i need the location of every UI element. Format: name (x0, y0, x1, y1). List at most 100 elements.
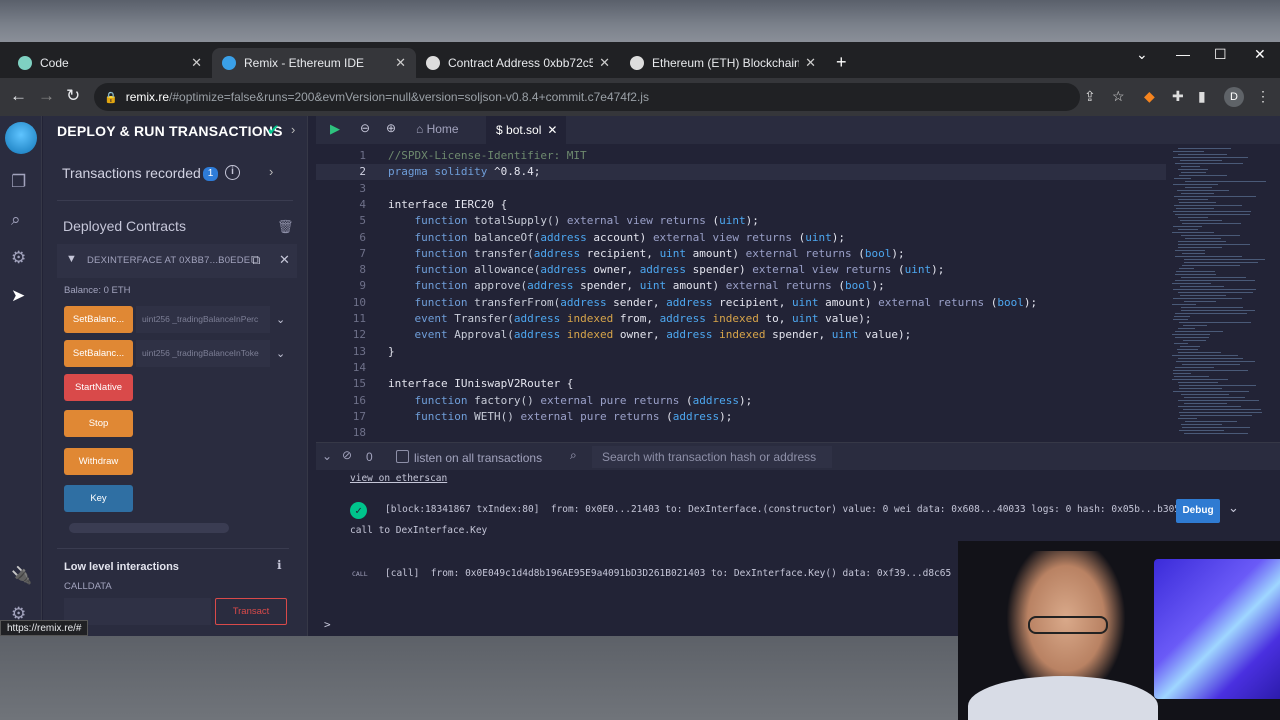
function-button[interactable]: Stop (64, 410, 133, 437)
chevron-down-icon[interactable]: ⌄ (276, 313, 285, 326)
metamask-icon[interactable]: ◆ (1144, 88, 1155, 105)
function-param-input[interactable]: uint256 _tradingBalanceInPerc (136, 306, 270, 333)
code-token: function (414, 263, 468, 277)
code-line: 11 event Transfer(address indexed from, … (316, 311, 1166, 327)
minimap-line (1182, 223, 1241, 224)
function-button[interactable]: Withdraw (64, 448, 133, 475)
run-play-icon[interactable]: ▶ (330, 121, 340, 137)
reload-icon[interactable]: ↻ (66, 86, 80, 106)
remix-logo-icon[interactable] (5, 122, 37, 154)
transact-button[interactable]: Transact (215, 598, 287, 625)
info-icon[interactable]: i (225, 165, 240, 180)
collapse-terminal-icon[interactable]: ⌄ (322, 449, 332, 463)
contract-instance-row[interactable]: ▼ DEXINTERFACE AT 0XBB7...B0EDE ⧉ ✕ (57, 244, 297, 278)
minimap-line (1175, 274, 1216, 275)
code-token: spender, (765, 328, 832, 342)
function-button[interactable]: SetBalanc... (64, 340, 133, 367)
chevron-down-icon[interactable]: ⌄ (276, 347, 285, 360)
code-token: ( (792, 230, 806, 244)
lock-icon: 🔒 (104, 91, 118, 104)
chevron-right-icon[interactable]: › (291, 122, 295, 137)
maximize-icon[interactable]: ☐ (1214, 46, 1227, 63)
copy-icon[interactable]: ⧉ (251, 252, 260, 268)
bookmark-star-icon[interactable]: ☆ (1112, 88, 1125, 105)
chevron-down-icon[interactable]: ▼ (66, 253, 77, 265)
code-token: ( (851, 246, 865, 260)
profile-avatar[interactable]: D (1224, 87, 1244, 107)
function-button[interactable]: Key (64, 485, 133, 512)
etherscan-favicon-icon (426, 56, 440, 70)
code-token: address (540, 230, 587, 244)
address-bar[interactable]: 🔒 remix.re/#optimize=false&runs=200&evmV… (94, 83, 1080, 111)
tab-code[interactable]: Code ✕ (8, 48, 212, 78)
divider (57, 200, 293, 201)
view-on-etherscan-link[interactable]: view on etherscan (350, 473, 447, 484)
tx-summary[interactable]: [block:18341867 txIndex:80] from: 0x0E0.… (385, 504, 1186, 515)
code-token: ( (705, 214, 720, 228)
tab-remix[interactable]: Remix - Ethereum IDE ✕ (212, 48, 416, 78)
tab-etherscan[interactable]: Ethereum (ETH) Blockchain Expl ✕ (620, 48, 826, 78)
function-button[interactable]: SetBalanc... (64, 306, 133, 333)
code-editor[interactable]: 1 //SPDX-License-Identifier: MIT 2 pragma s… (316, 144, 1280, 442)
deploy-run-icon[interactable]: ➤ (11, 286, 25, 306)
close-tab-icon[interactable]: ✕ (599, 55, 610, 71)
listen-checkbox[interactable] (396, 450, 409, 463)
close-tab-icon[interactable]: ✕ (191, 55, 202, 71)
debug-button[interactable]: Debug (1176, 499, 1220, 523)
tab-home[interactable]: ⌂ Home (416, 122, 459, 136)
menu-kebab-icon[interactable]: ⋮ (1256, 88, 1270, 105)
back-icon[interactable]: ← (10, 86, 27, 106)
minimap-line (1181, 424, 1222, 425)
etherscan-favicon-icon (630, 56, 644, 70)
line-number: 16 (352, 393, 366, 407)
call-tag: CALL (352, 570, 368, 578)
compiler-icon[interactable]: ⚙ (11, 248, 26, 268)
code-token: external view returns (752, 263, 892, 277)
chevron-right-icon[interactable]: › (269, 164, 273, 179)
tab-contract-address[interactable]: Contract Address 0xbb72c590e5 ✕ (416, 48, 620, 78)
console-prompt[interactable]: > (324, 618, 331, 631)
tab-title: Contract Address 0xbb72c590e5 (448, 56, 594, 70)
transactions-recorded-label[interactable]: Transactions recorded (62, 165, 201, 181)
side-panel-icon[interactable]: ▮ (1198, 88, 1206, 105)
minimap-line (1178, 352, 1221, 353)
minimap-line (1181, 235, 1240, 236)
search-transactions-input[interactable]: Search with transaction hash or address (592, 446, 832, 468)
minimize-icon[interactable]: — (1176, 46, 1190, 62)
trash-icon[interactable]: 🗑 (277, 219, 294, 235)
chevron-down-icon[interactable]: ⌄ (1228, 500, 1239, 516)
code-token: owner, (586, 263, 640, 277)
zoom-in-icon[interactable]: ⊕ (386, 121, 396, 135)
extensions-icon[interactable]: ✚ (1172, 88, 1184, 105)
close-icon[interactable]: ✕ (279, 252, 290, 268)
minimap-line (1179, 412, 1262, 413)
share-icon[interactable]: ⇪ (1084, 88, 1096, 105)
new-tab-icon[interactable]: + (836, 52, 847, 73)
forward-icon[interactable]: → (38, 86, 55, 106)
function-button[interactable]: StartNative (64, 374, 133, 401)
line-number: 4 (359, 197, 366, 211)
close-tab-icon[interactable]: ✕ (805, 55, 816, 71)
line-number: 17 (352, 409, 366, 423)
plugin-manager-icon[interactable]: 🔌 (11, 566, 32, 586)
tab-bot-sol[interactable]: $ bot.sol ✕ (486, 116, 566, 144)
close-tab-icon[interactable]: ✕ (547, 123, 557, 137)
function-param-input[interactable]: uint256 _tradingBalanceInToke (136, 340, 270, 367)
tab-search-icon[interactable]: ⌄ (1136, 46, 1148, 63)
minimap[interactable] (1168, 144, 1274, 442)
info-icon[interactable]: ℹ (277, 558, 282, 572)
file-explorer-icon[interactable]: ❐ (11, 172, 26, 192)
minimap-line (1180, 220, 1222, 221)
zoom-out-icon[interactable]: ⊖ (360, 121, 370, 135)
minimap-line (1178, 199, 1208, 200)
code-token: recipient, (712, 295, 793, 309)
search-icon[interactable]: ⌕ (11, 210, 21, 230)
clear-console-icon[interactable]: ⊘ (342, 448, 352, 462)
code-token: ); (871, 279, 885, 293)
code-token: uint (831, 328, 859, 342)
close-window-icon[interactable]: ✕ (1254, 46, 1266, 63)
minimap-line (1174, 178, 1191, 179)
call-summary[interactable]: [call] from: 0x0E049c1d4d8b196AE95E9a409… (385, 568, 951, 579)
close-tab-icon[interactable]: ✕ (395, 55, 406, 71)
